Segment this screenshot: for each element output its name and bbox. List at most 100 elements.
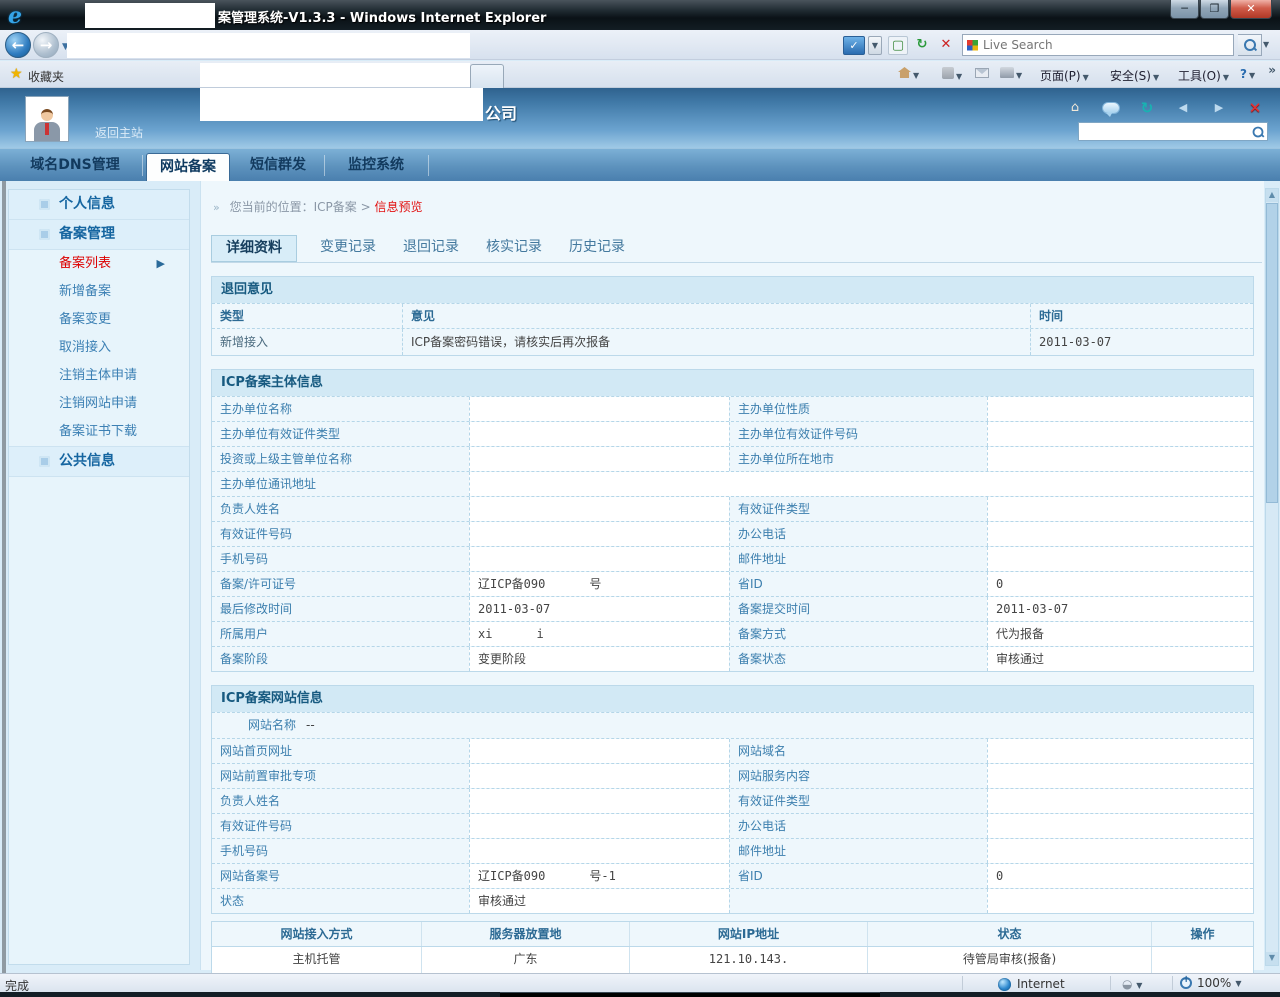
search-go-button[interactable] [1238, 34, 1262, 56]
tab-monitor[interactable]: 监控系统 [328, 149, 424, 182]
sidebar-item-certificate-download[interactable]: 备案证书下载 [9, 418, 189, 446]
tab-detail-info[interactable]: 详细资料 [211, 235, 297, 262]
portal-refresh-icon[interactable]: ↻ [1138, 100, 1156, 116]
print-button[interactable]: ▼ [1000, 67, 1022, 81]
column-header: 意见 [402, 304, 1030, 328]
page-menu[interactable]: 页面(P)▼ [1040, 67, 1089, 84]
field-value [987, 547, 1253, 571]
field-row: 备案/许可证号 辽ICP备090号 省ID 0 [212, 571, 1253, 596]
return-to-main-site-link[interactable]: 返回主站 [95, 124, 143, 141]
restore-button[interactable]: ❐ [1200, 0, 1229, 19]
next-arrow-icon[interactable]: ▶ [1210, 100, 1228, 116]
security-menu[interactable]: 安全(S)▼ [1110, 67, 1159, 84]
field-value: 变更阶段 [469, 647, 729, 671]
breadcrumb-path-link[interactable]: ICP备案 [314, 200, 357, 214]
portal-search-icon[interactable] [1253, 126, 1264, 137]
read-mail-button[interactable] [975, 67, 989, 81]
taskbar-button [500, 992, 880, 997]
sidebar-item-filing-list[interactable]: 备案列表 ▶ [9, 250, 189, 278]
field-value [987, 739, 1253, 763]
sidebar-section-personal[interactable]: 个人信息 [9, 190, 189, 219]
status-bar: 完成 Internet ◒ ▼ 100% ▼ [0, 973, 1280, 992]
close-button[interactable]: ✕ [1230, 0, 1272, 19]
refresh-icon[interactable]: ↻ [912, 36, 932, 55]
feeds-button[interactable]: ▼ [942, 67, 962, 82]
tab-sms[interactable]: 短信群发 [236, 149, 320, 182]
field-label: 有效证件类型 [729, 497, 987, 521]
column-header: 服务器放置地 [422, 922, 630, 946]
field-value [469, 789, 729, 813]
protected-mode-icon[interactable]: ◒ ▼ [1122, 977, 1142, 991]
page-preview-icon[interactable]: ▢ [888, 36, 908, 55]
tab-domain-dns[interactable]: 域名DNS管理 [10, 149, 140, 182]
website-info-section: ICP备案网站信息 网站名称 -- 网站首页网址 网站域名 网站前置审批专项 网… [211, 685, 1254, 914]
vertical-scrollbar[interactable]: ▲ ▼ [1265, 188, 1279, 966]
avatar [25, 96, 69, 142]
return-comments-section: 退回意见 类型 意见 时间 新增接入 ICP备案密码错误，请核实后再次报备 20… [211, 276, 1254, 356]
tab-change-records[interactable]: 变更记录 [306, 235, 390, 262]
field-value: 0 [987, 572, 1253, 596]
search-options-dropdown-icon[interactable]: ▼ [1263, 40, 1269, 49]
zoom-dropdown-icon[interactable]: ▼ [1235, 979, 1241, 988]
sidebar-item-filing-change[interactable]: 备案变更 [9, 306, 189, 334]
field-row: 负责人姓名 有效证件类型 [212, 496, 1253, 521]
stop-icon[interactable]: ✕ [936, 36, 956, 55]
field-label: 网站备案号 [212, 864, 469, 888]
left-edge-border [2, 181, 6, 973]
sidebar-item-cancel-website[interactable]: 注销网站申请 [9, 390, 189, 418]
live-search-logo-icon [967, 40, 978, 51]
field-value [469, 814, 729, 838]
tab-history-records[interactable]: 历史记录 [555, 235, 639, 262]
prev-arrow-icon[interactable]: ◀ [1174, 100, 1192, 116]
tab-separator [324, 155, 325, 176]
field-label: 主办单位性质 [729, 397, 987, 421]
field-label: 负责人姓名 [212, 789, 469, 813]
search-icon [1244, 39, 1256, 51]
address-dropdown-icon[interactable]: ▼ [868, 36, 882, 55]
field-label: 手机号码 [212, 839, 469, 863]
favorites-star-icon[interactable]: ★ [10, 66, 23, 82]
compatibility-view-icon[interactable]: ✓ [843, 36, 865, 55]
live-search-input[interactable] [983, 38, 1229, 52]
main-panel: » 您当前的位置：ICP备案 > 信息预览 详细资料 变更记录 退回记录 核实记… [200, 181, 1264, 970]
sidebar-section-public[interactable]: 公共信息 [9, 447, 189, 476]
portal-home-icon[interactable]: ⌂ [1066, 100, 1084, 116]
more-toolbar-chevron-icon[interactable]: » [1268, 63, 1276, 77]
zoom-level: 100% [1197, 976, 1231, 990]
browser-tab[interactable] [470, 64, 504, 88]
portal-search-box[interactable] [1078, 122, 1268, 141]
field-value [469, 472, 1253, 496]
scrollbar-thumb[interactable] [1266, 203, 1278, 503]
field-value [469, 839, 729, 863]
portal-close-icon[interactable]: ✕ [1246, 100, 1264, 116]
field-row: 最后修改时间 2011-03-07 备案提交时间 2011-03-07 [212, 596, 1253, 621]
field-value: -- [296, 713, 315, 738]
scroll-down-icon[interactable]: ▼ [1266, 952, 1278, 965]
zoom-control[interactable]: 100% ▼ [1180, 976, 1241, 990]
field-row: 手机号码 邮件地址 [212, 838, 1253, 863]
sidebar-item-cancel-subject[interactable]: 注销主体申请 [9, 362, 189, 390]
tab-verify-records[interactable]: 核实记录 [472, 235, 556, 262]
minimize-button[interactable]: ─ [1170, 0, 1199, 19]
forward-button[interactable]: → [33, 32, 59, 58]
scroll-up-icon[interactable]: ▲ [1266, 189, 1278, 202]
tab-return-records[interactable]: 退回记录 [389, 235, 473, 262]
home-button[interactable]: ▼ [898, 67, 919, 81]
tab-website-filing[interactable]: 网站备案 [146, 153, 230, 182]
internet-zone-icon [998, 978, 1011, 991]
live-search-box[interactable] [962, 34, 1234, 56]
field-row: 网站备案号 辽ICP备090号-1 省ID 0 [212, 863, 1253, 888]
message-bubble-icon[interactable] [1102, 102, 1120, 114]
back-button[interactable]: ← [5, 32, 31, 58]
favorites-button[interactable]: 收藏夹 [28, 68, 64, 85]
tools-menu[interactable]: 工具(O)▼ [1178, 67, 1229, 84]
sidebar-item-cancel-access[interactable]: 取消接入 [9, 334, 189, 362]
field-row: 主办单位名称 主办单位性质 [212, 396, 1253, 421]
help-button[interactable]: ?▼ [1240, 67, 1255, 81]
field-label: 投资或上级主管单位名称 [212, 447, 469, 471]
submenu-arrow-icon: ▶ [157, 250, 165, 278]
sidebar-section-filing-manage[interactable]: 备案管理 [9, 220, 189, 249]
portal-search-input[interactable] [1079, 124, 1252, 139]
sidebar-item-new-filing[interactable]: 新增备案 [9, 278, 189, 306]
table-header-row: 网站接入方式 服务器放置地 网站IP地址 状态 操作 [212, 922, 1253, 947]
